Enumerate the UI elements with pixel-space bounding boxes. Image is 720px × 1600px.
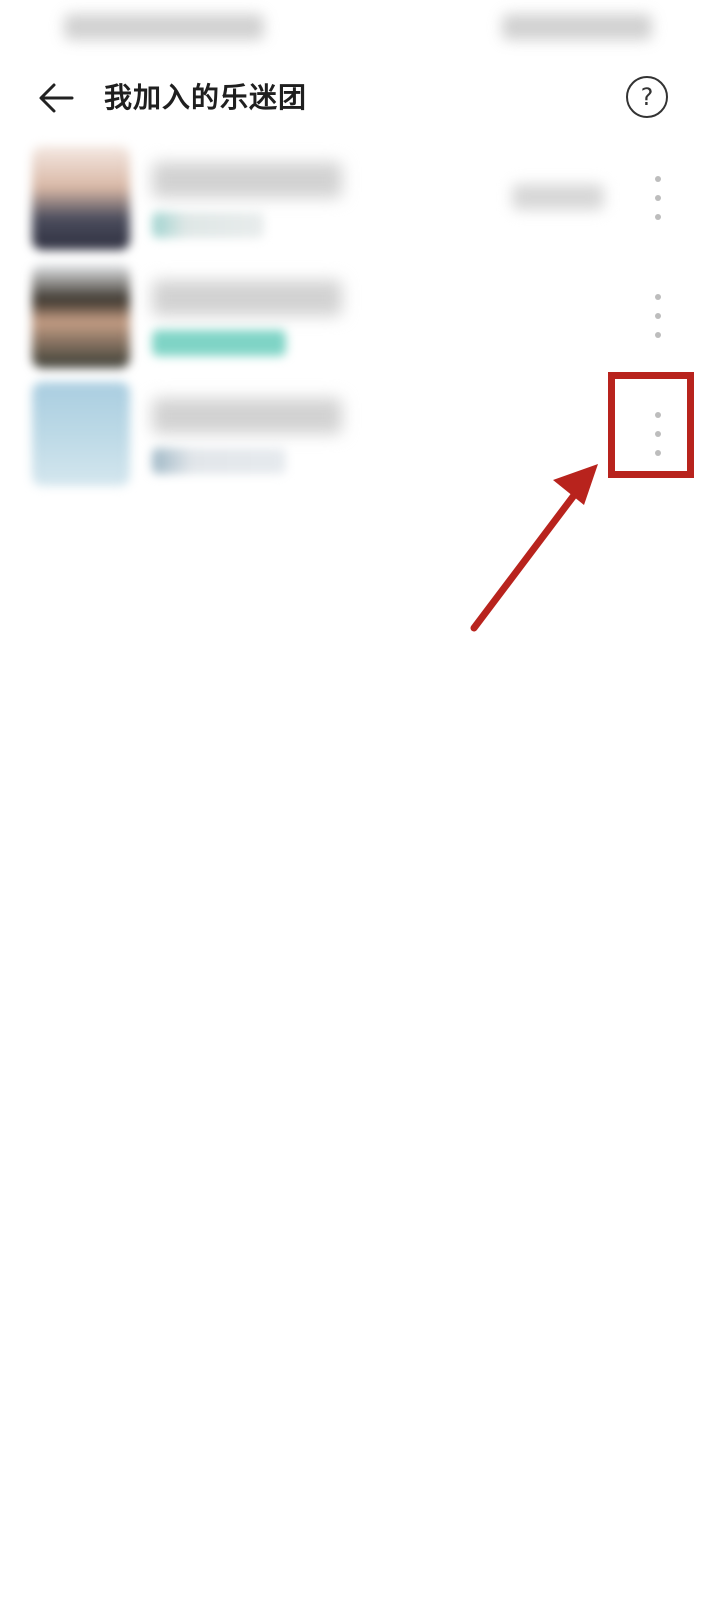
annotation-highlight-box xyxy=(608,372,694,478)
level-badge-blurred xyxy=(152,212,264,238)
more-options-icon[interactable] xyxy=(638,290,678,342)
more-options-icon[interactable] xyxy=(638,172,678,224)
dot xyxy=(655,176,661,182)
status-bar-right-blurred xyxy=(502,14,652,40)
avatar xyxy=(32,382,130,486)
secondary-text-blurred xyxy=(512,184,604,210)
help-question-icon[interactable]: ? xyxy=(626,76,668,118)
dot xyxy=(655,294,661,300)
avatar xyxy=(32,146,130,250)
group-name-blurred xyxy=(152,280,342,316)
screen: 我加入的乐迷团 ? xyxy=(0,0,720,1600)
status-bar xyxy=(0,0,720,60)
list-item[interactable] xyxy=(0,258,720,376)
list-item[interactable] xyxy=(0,140,720,258)
back-arrow-icon[interactable] xyxy=(36,78,76,118)
dot xyxy=(655,332,661,338)
dot xyxy=(655,195,661,201)
avatar xyxy=(32,264,130,368)
dot xyxy=(655,313,661,319)
status-bar-left-blurred xyxy=(64,14,264,40)
level-badge-blurred xyxy=(152,448,286,474)
page-title: 我加入的乐迷团 xyxy=(104,81,308,114)
dot xyxy=(655,214,661,220)
group-name-blurred xyxy=(152,162,342,198)
level-badge-blurred xyxy=(152,330,286,356)
group-name-blurred xyxy=(152,398,342,434)
header: 我加入的乐迷团 ? xyxy=(0,60,720,140)
